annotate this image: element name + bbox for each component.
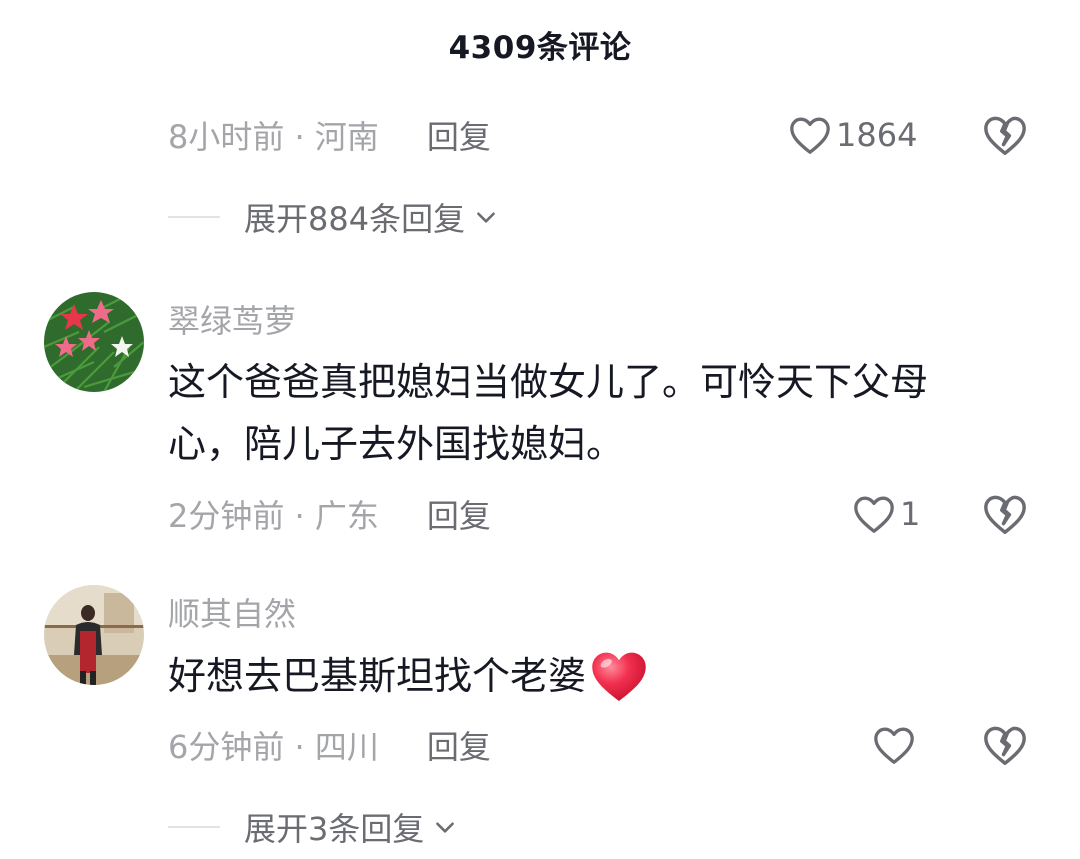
broken-heart-icon[interactable] xyxy=(982,113,1028,159)
heart-outline-icon xyxy=(874,727,914,764)
red-heart-emoji-icon xyxy=(592,652,646,701)
like-button[interactable]: 1 xyxy=(852,491,920,537)
expand-replies-button[interactable]: 展开3条回复 xyxy=(168,804,458,850)
comment-time-location: 2分钟前 · 广东 xyxy=(168,497,379,535)
comment-time-location: 6分钟前 · 四川 xyxy=(168,728,379,766)
comment-text-line: 这个爸爸真把媳妇当做女儿了。可怜天下父母 xyxy=(168,360,929,404)
comment-text: 这个爸爸真把媳妇当做女儿了。可怜天下父母 心，陪儿子去外国找媳妇。 xyxy=(168,351,1028,475)
avatar-flowers-image xyxy=(44,292,144,392)
comment-meta-row: 2分钟前 · 广东 回复 xyxy=(168,491,1080,537)
like-button[interactable]: 1864 xyxy=(788,112,917,158)
comment-text: 好想去巴基斯坦找个老婆 xyxy=(168,645,1028,707)
avatar[interactable] xyxy=(44,292,144,392)
heart-outline-icon xyxy=(790,117,830,154)
broken-heart-icon[interactable] xyxy=(982,492,1028,538)
reply-button[interactable]: 回复 xyxy=(427,722,491,768)
divider-line xyxy=(168,826,220,828)
comment-time-location: 8小时前 · 河南 xyxy=(168,118,379,156)
divider-line xyxy=(168,216,220,218)
comments-count-title: 4309条评论 xyxy=(448,30,632,66)
broken-heart-icon[interactable] xyxy=(982,723,1028,769)
username[interactable]: 翠绿茑萝 xyxy=(168,296,296,342)
avatar-person-image xyxy=(44,585,144,685)
like-count: 1864 xyxy=(836,116,918,154)
reply-button[interactable]: 回复 xyxy=(427,491,491,537)
chevron-down-icon xyxy=(436,822,455,833)
like-button[interactable] xyxy=(872,722,920,768)
comment-text-line: 好想去巴基斯坦找个老婆 xyxy=(168,654,587,698)
expand-replies-label: 展开884条回复 xyxy=(244,200,466,238)
avatar[interactable] xyxy=(44,585,144,685)
heart-outline-icon xyxy=(854,496,894,533)
expand-replies-button[interactable]: 展开884条回复 xyxy=(168,194,499,240)
like-count: 1 xyxy=(900,495,921,533)
reply-button[interactable]: 回复 xyxy=(427,112,491,158)
expand-replies-label: 展开3条回复 xyxy=(244,810,425,848)
chevron-down-icon xyxy=(477,212,495,223)
comment-meta-row: 8小时前 · 河南 回复 xyxy=(168,112,1080,158)
comment-text-line: 心，陪儿子去外国找媳妇。 xyxy=(168,422,625,466)
username[interactable]: 顺其自然 xyxy=(168,589,296,635)
comment-meta-row: 6分钟前 · 四川 回复 xyxy=(168,722,1080,768)
